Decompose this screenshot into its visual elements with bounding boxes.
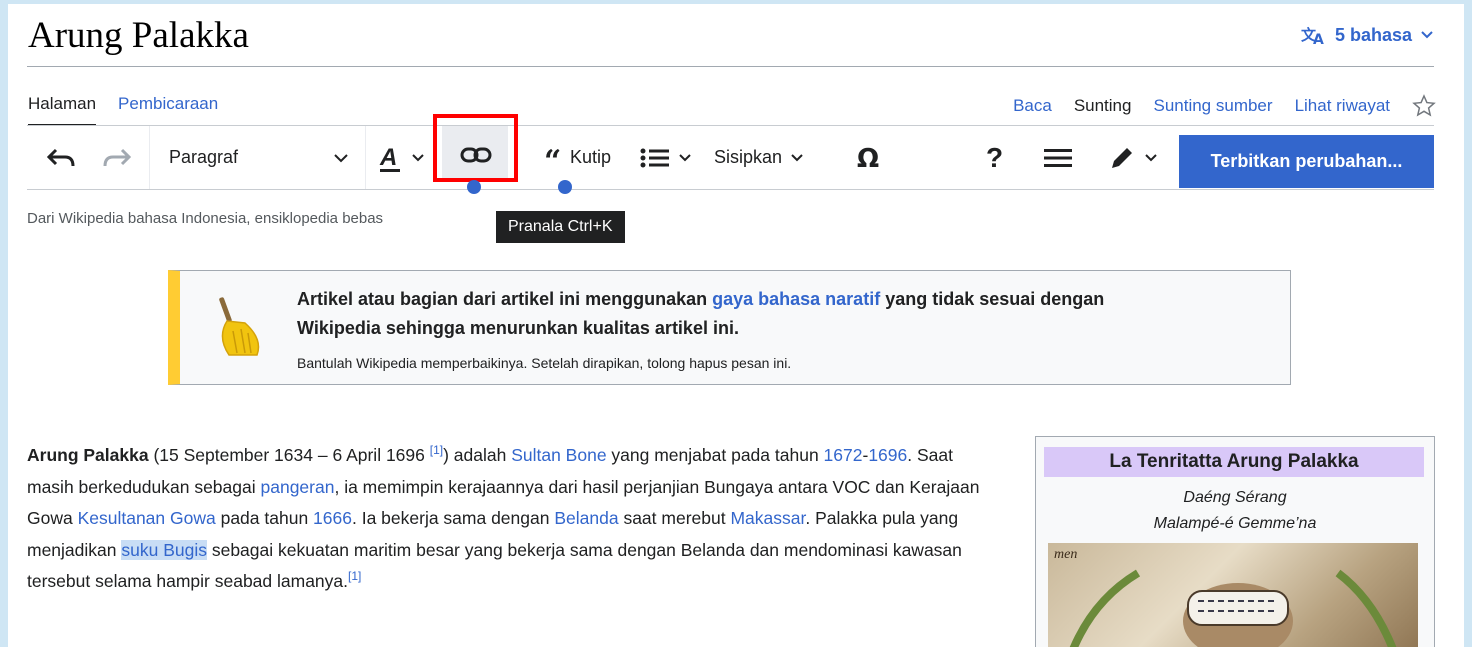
- page-title: Arung Palakka: [28, 15, 249, 56]
- tab-baca[interactable]: Baca: [1013, 96, 1052, 116]
- text: . Ia bekerja sama dengan: [351, 508, 555, 528]
- chevron-down-icon: [334, 153, 348, 162]
- chevron-down-icon: [791, 153, 803, 161]
- tab-sunting-sumber[interactable]: Sunting sumber: [1153, 96, 1272, 116]
- paragraph-format-dropdown[interactable]: Paragraf: [169, 126, 349, 189]
- link-kesultanan-gowa[interactable]: Kesultanan Gowa: [78, 508, 216, 528]
- infobox-subtitle: Malampé-é Gemme’na: [1153, 515, 1317, 532]
- link-tooltip: Pranala Ctrl+K: [496, 211, 625, 243]
- infobox-title: La Tenritatta Arung Palakka: [1044, 447, 1424, 477]
- cite-handle-dot: [558, 180, 572, 194]
- edit-mode-dropdown[interactable]: [1108, 126, 1158, 189]
- undo-button[interactable]: [47, 126, 75, 189]
- portrait-image[interactable]: men: [1048, 543, 1418, 647]
- redo-icon: [103, 148, 131, 166]
- link-1666[interactable]: 1666: [313, 508, 352, 528]
- chevron-down-icon: [1421, 31, 1433, 39]
- cite-label: Kutip: [570, 147, 612, 167]
- language-button[interactable]: 文 A 5 bahasa: [1301, 24, 1434, 46]
- text: ) adalah: [443, 445, 512, 465]
- pencil-icon: [1112, 147, 1132, 168]
- link-handle-dot: [467, 180, 481, 194]
- text: (15 September 1634 – 6 April 1696: [148, 445, 430, 465]
- insert-label: Sisipkan: [714, 147, 783, 167]
- omega-icon: Ω: [857, 145, 879, 171]
- style-warning-notice: Artikel atau bagian dari artikel ini men…: [168, 270, 1291, 385]
- special-character-button[interactable]: Ω: [856, 126, 880, 189]
- svg-text:A: A: [1313, 32, 1324, 46]
- menu-icon: [1044, 148, 1072, 167]
- reference-link[interactable]: [1]: [348, 569, 361, 583]
- svg-text:A: A: [379, 144, 397, 171]
- svg-text:Ω: Ω: [857, 145, 879, 171]
- text: saat merebut: [618, 508, 731, 528]
- quote-icon: “: [544, 149, 561, 167]
- notice-line1-post: yang tidak sesuai dengan: [880, 289, 1105, 309]
- link-belanda[interactable]: Belanda: [554, 508, 618, 528]
- site-tagline: Dari Wikipedia bahasa Indonesia, ensiklo…: [27, 210, 384, 227]
- infobox-subtitle: Daéng Sérang: [1183, 489, 1287, 506]
- notice-small-text: Bantulah Wikipedia memperbaikinya. Setel…: [297, 355, 792, 371]
- help-icon: ?: [986, 141, 1004, 173]
- link-pangeran[interactable]: pangeran: [261, 477, 335, 497]
- narrative-style-link[interactable]: gaya bahasa naratif: [712, 289, 880, 309]
- tab-halaman[interactable]: Halaman: [28, 94, 97, 126]
- link-suku-bugis-selected[interactable]: suku Bugis: [121, 539, 207, 560]
- infobox: La Tenritatta Arung Palakka Daéng Sérang…: [1035, 436, 1435, 647]
- toolbar-separator: [365, 126, 366, 189]
- paragraph-label: Paragraf: [169, 147, 239, 167]
- portrait-illustration: [1069, 569, 1397, 647]
- article-subject: Arung Palakka: [27, 445, 149, 465]
- bullet-list-icon: [640, 148, 669, 167]
- list-dropdown[interactable]: [640, 126, 692, 189]
- svg-text:“: “: [544, 149, 561, 167]
- namespace-tabs: Halaman Pembicaraan: [28, 94, 218, 126]
- cite-button[interactable]: “ Kutip: [544, 126, 611, 189]
- article-lead-paragraph: Arung Palakka (15 September 1634 – 6 Apr…: [27, 440, 997, 598]
- toolbar-separator: [149, 126, 150, 189]
- publish-changes-button[interactable]: Terbitkan perubahan...: [1179, 135, 1434, 188]
- redo-button[interactable]: [103, 126, 131, 189]
- chevron-down-icon: [1145, 153, 1157, 161]
- broom-icon: [219, 297, 260, 356]
- chevron-down-icon: [412, 153, 424, 161]
- tab-lihat-riwayat[interactable]: Lihat riwayat: [1295, 96, 1390, 116]
- link-makassar[interactable]: Makassar: [730, 508, 805, 528]
- notice-line1-pre: Artikel atau bagian dari artikel ini men…: [297, 289, 713, 309]
- page-options-button[interactable]: [1044, 126, 1072, 189]
- text: yang menjabat pada tahun: [606, 445, 824, 465]
- language-label: 5 bahasa: [1334, 24, 1412, 45]
- chevron-down-icon: [679, 153, 691, 161]
- link-sultan-bone[interactable]: Sultan Bone: [511, 445, 606, 465]
- notice-message: Artikel atau bagian dari artikel ini men…: [297, 285, 1257, 343]
- undo-icon: [47, 148, 75, 166]
- help-button[interactable]: ?: [986, 126, 1003, 189]
- text: pada tahun: [215, 508, 314, 528]
- editor-page: Arung Palakka 文 A 5 bahasa Halaman Pembi…: [8, 4, 1464, 647]
- view-tabs: Baca Sunting Sunting sumber Lihat riwaya…: [1013, 94, 1436, 128]
- link-1696[interactable]: 1696: [868, 445, 907, 465]
- notice-line2: Wikipedia sehingga menurunkan kualitas a…: [297, 318, 739, 338]
- tab-pembicaraan[interactable]: Pembicaraan: [118, 94, 218, 114]
- reference-link[interactable]: [1]: [430, 443, 443, 457]
- insert-dropdown[interactable]: Sisipkan: [714, 126, 804, 189]
- text-style-dropdown[interactable]: A: [377, 126, 425, 189]
- link-1672[interactable]: 1672: [824, 445, 863, 465]
- translate-icon: 文 A: [1301, 26, 1324, 46]
- watch-star-icon[interactable]: [1412, 94, 1436, 118]
- tab-sunting[interactable]: Sunting: [1073, 96, 1131, 128]
- title-divider: [27, 66, 1434, 67]
- highlight-box: [433, 114, 518, 182]
- text-style-icon: A: [379, 144, 400, 172]
